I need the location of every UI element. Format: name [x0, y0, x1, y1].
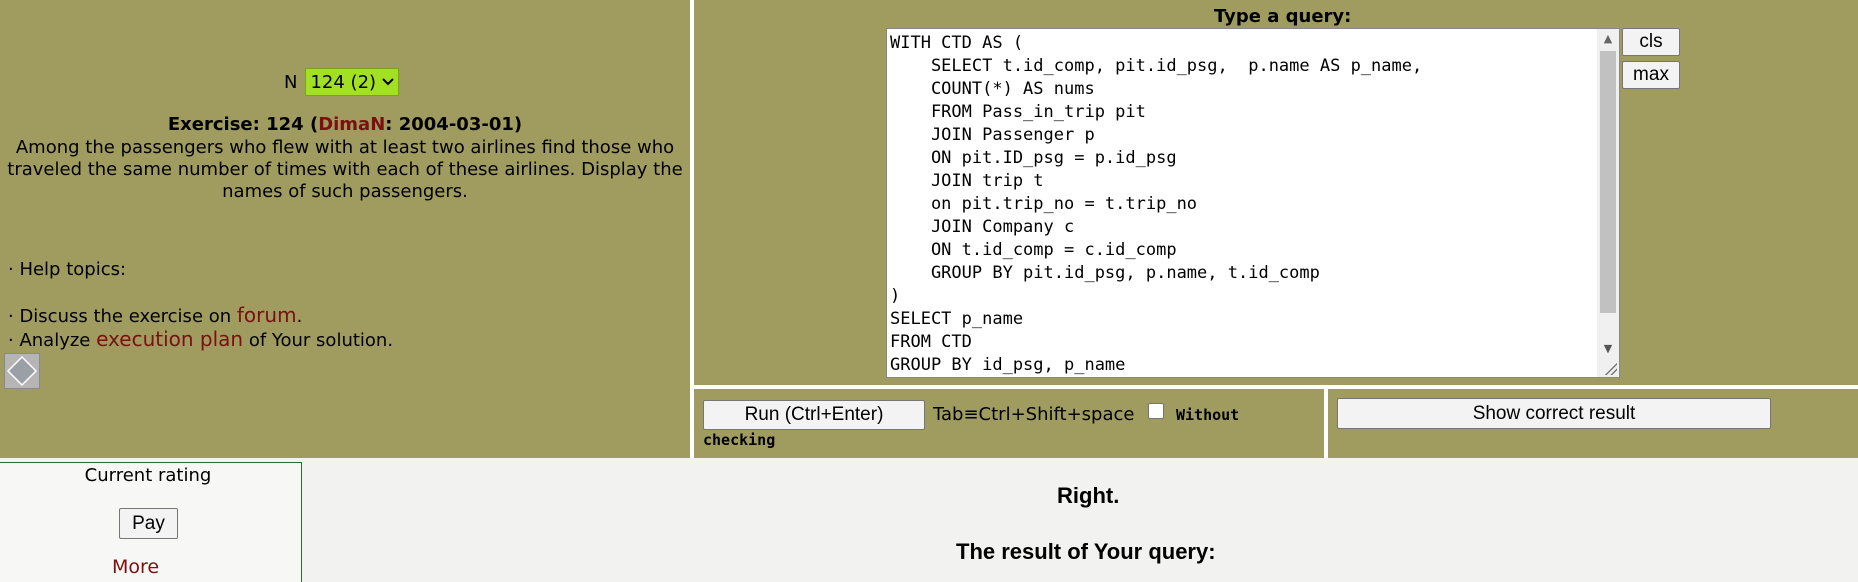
scroll-up-icon[interactable]: ▲: [1597, 29, 1619, 49]
scrollbar[interactable]: ▲ ▼: [1597, 29, 1619, 377]
analyze-item: · Analyze execution plan of Your solutio…: [8, 328, 393, 352]
help-list: · Help topics: · Discuss the exercise on…: [8, 258, 393, 352]
chevron-down-icon: [382, 78, 394, 86]
scroll-down-icon[interactable]: ▼: [1597, 339, 1619, 359]
resize-handle-icon[interactable]: [1605, 363, 1617, 375]
discuss-text: · Discuss the exercise on: [8, 306, 237, 327]
query-textarea[interactable]: WITH CTD AS ( SELECT t.id_comp, pit.id_p…: [886, 28, 1620, 378]
exercise-title-prefix: Exercise: 124 (: [167, 114, 319, 135]
max-button[interactable]: max: [1622, 61, 1680, 89]
more-link[interactable]: More: [112, 556, 159, 578]
without-checking-label-continued: checking: [703, 431, 776, 449]
exercise-select-value: 124 (2): [310, 71, 377, 93]
exercise-number-label: N: [284, 71, 298, 93]
help-topics: · Help topics:: [8, 259, 127, 280]
rating-title: Current rating: [84, 465, 212, 486]
show-correct-result-button[interactable]: Show correct result: [1337, 398, 1771, 429]
tab-hint: Tab≡Ctrl+Shift+space: [933, 404, 1135, 425]
exercise-description: Among the passengers who flew with at le…: [7, 137, 683, 202]
discuss-item: · Discuss the exercise on forum.: [8, 304, 393, 328]
execution-plan-link[interactable]: execution plan: [96, 327, 243, 351]
discuss-suffix: .: [296, 306, 303, 327]
cls-button[interactable]: cls: [1622, 28, 1680, 56]
scroll-thumb[interactable]: [1600, 51, 1616, 313]
result-status: Right.: [1057, 483, 1120, 508]
forum-link[interactable]: forum: [237, 303, 297, 327]
analyze-text: · Analyze: [8, 330, 97, 351]
result-heading: The result of Your query:: [956, 539, 1216, 564]
analyze-suffix: of Your solution.: [243, 330, 394, 351]
exercise-selector: N 124 (2): [284, 68, 400, 96]
exercise-title: Exercise: 124 (DimaN: 2004-03-01): [0, 114, 690, 135]
diamond-icon: [6, 355, 38, 387]
run-button[interactable]: Run (Ctrl+Enter): [703, 400, 925, 430]
exercise-select[interactable]: 124 (2): [305, 68, 400, 96]
pay-button[interactable]: Pay: [119, 508, 178, 539]
diamond-icon-button[interactable]: [4, 353, 40, 389]
without-checking-label: Without: [1176, 406, 1240, 424]
query-title: Type a query:: [1214, 6, 1352, 27]
exercise-date: : 2004-03-01): [385, 114, 523, 135]
rating-box: Current rating Pay More: [0, 462, 302, 582]
exercise-author-link[interactable]: DimaN: [318, 114, 385, 135]
query-code: WITH CTD AS ( SELECT t.id_comp, pit.id_p…: [890, 33, 1423, 375]
without-checking-checkbox[interactable]: [1148, 403, 1164, 419]
